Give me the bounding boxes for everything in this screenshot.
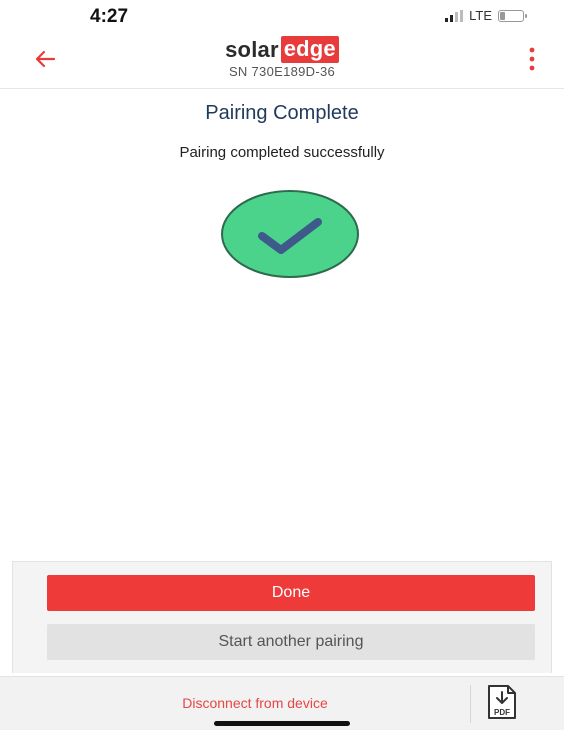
network-label: LTE xyxy=(469,8,492,23)
home-indicator xyxy=(214,721,350,726)
footer-divider xyxy=(470,685,471,723)
battery-icon xyxy=(498,9,527,22)
action-panel: Done Start another pairing xyxy=(12,561,552,673)
device-serial: SN 730E189D-36 xyxy=(228,64,336,79)
disconnect-button[interactable]: Disconnect from device xyxy=(120,695,390,711)
pdf-download-icon[interactable]: PDF xyxy=(486,684,518,720)
pdf-label: PDF xyxy=(494,708,510,717)
status-bar: 4:27 LTE xyxy=(0,0,564,34)
more-vert-icon[interactable] xyxy=(526,46,538,72)
start-another-pairing-button[interactable]: Start another pairing xyxy=(47,624,535,660)
success-message: Pairing completed successfully xyxy=(179,144,385,161)
logo-edge-text: edge xyxy=(280,36,339,63)
signal-icon xyxy=(445,9,464,22)
brand-logo: solar edge xyxy=(0,36,564,63)
check-circle-icon xyxy=(221,190,359,278)
status-time: 4:27 xyxy=(90,6,129,27)
app-header: solar edge SN 730E189D-36 xyxy=(0,34,564,84)
done-button[interactable]: Done xyxy=(47,575,535,611)
header-divider xyxy=(0,88,564,89)
page-title: Pairing Complete xyxy=(205,102,359,124)
footer-bar: Disconnect from device PDF xyxy=(0,676,564,730)
logo-solar-text: solar xyxy=(225,36,279,62)
status-indicators: LTE xyxy=(445,8,527,23)
